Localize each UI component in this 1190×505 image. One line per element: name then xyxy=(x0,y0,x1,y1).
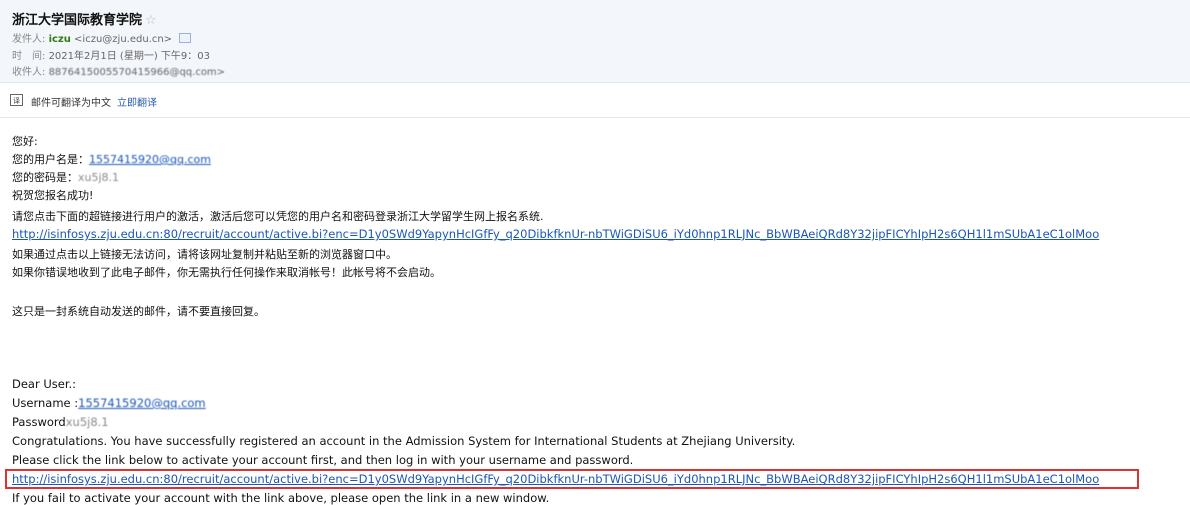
from-row: 发件人: iczu <iczu@zju.edu.cn> xyxy=(12,30,192,45)
to-label: 收件人: xyxy=(12,67,46,78)
time-row: 时 间: 2021年2月1日 (星期一) 下午9：03 xyxy=(12,47,210,62)
cn-activation-line: http://isinfosys.zju.edu.cn:80/recruit/a… xyxy=(12,227,1099,241)
en-congrats: Congratulations. You have successfully r… xyxy=(12,434,796,448)
cn-username-label: 您的用户名是： xyxy=(12,153,89,166)
cn-auto-notice: 这只是一封系统自动发送的邮件，请不要直接回复。 xyxy=(12,305,265,318)
sender-name[interactable]: iczu xyxy=(49,34,71,45)
cn-greeting: 您好: xyxy=(12,135,38,148)
from-label: 发件人: xyxy=(12,34,46,45)
cn-username-line: 您的用户名是：1557415920@qq.com xyxy=(12,151,211,167)
translate-icon: 译 xyxy=(10,94,23,106)
cn-password-line: 您的密码是：xu5j8.1 xyxy=(12,169,119,185)
translate-notice: 邮件可翻译为中文 立即翻译 xyxy=(31,94,157,109)
cn-activation-link[interactable]: http://isinfosys.zju.edu.cn:80/recruit/a… xyxy=(12,227,1099,241)
cn-password-value: xu5j8.1 xyxy=(78,171,120,184)
cn-mistake: 如果你错误地收到了此电子邮件，你无需执行任何操作来取消帐号！此帐号将不会启动。 xyxy=(12,266,441,279)
translate-bar: 译 邮件可翻译为中文 立即翻译 xyxy=(0,83,1190,118)
cn-instruction: 请您点击下面的超链接进行用户的激活，激活后您可以凭您的用户名和密码登录浙江大学留… xyxy=(12,210,544,223)
star-outline-icon[interactable]: ☆ xyxy=(145,13,157,28)
highlight-box xyxy=(5,469,1139,489)
time-label: 时 间: xyxy=(12,51,46,62)
cn-fallback: 如果通过点击以上链接无法访问，请将该网址复制并粘贴至新的浏览器窗口中。 xyxy=(12,248,397,261)
recipient-email[interactable]: 8876415005570415966@qq.com> xyxy=(49,67,226,78)
to-row: 收件人: 8876415005570415966@qq.com> xyxy=(12,63,225,78)
en-username-line: Username :1557415920@qq.com xyxy=(12,396,206,410)
en-password-label: Password xyxy=(12,415,66,429)
sender-email: <iczu@zju.edu.cn> xyxy=(74,34,173,45)
mail-subject-text: 浙江大学国际教育学院 xyxy=(12,13,143,28)
translate-now-link[interactable]: 立即翻译 xyxy=(117,98,157,109)
translate-text: 邮件可翻译为中文 xyxy=(31,98,111,109)
en-instruction: Please click the link below to activate … xyxy=(12,453,634,467)
cn-congrats: 祝贺您报名成功! xyxy=(12,189,94,202)
en-password-value: xu5j8.1 xyxy=(65,415,109,429)
add-contact-icon[interactable] xyxy=(179,33,192,43)
en-password-line: Passwordxu5j8.1 xyxy=(12,415,109,429)
mail-header: 浙江大学国际教育学院 ☆ 发件人: iczu <iczu@zju.edu.cn> … xyxy=(0,0,1190,83)
en-username-label: Username : xyxy=(12,396,79,410)
cn-password-label: 您的密码是： xyxy=(12,171,78,184)
en-username-link[interactable]: 1557415920@qq.com xyxy=(78,396,205,410)
time-value: 2021年2月1日 (星期一) 下午9：03 xyxy=(48,51,210,62)
en-fallback: If you fail to activate your account wit… xyxy=(12,491,550,505)
en-greeting: Dear User.: xyxy=(12,377,77,391)
cn-username-link[interactable]: 1557415920@qq.com xyxy=(89,153,211,166)
mail-subject: 浙江大学国际教育学院 ☆ xyxy=(12,9,157,28)
